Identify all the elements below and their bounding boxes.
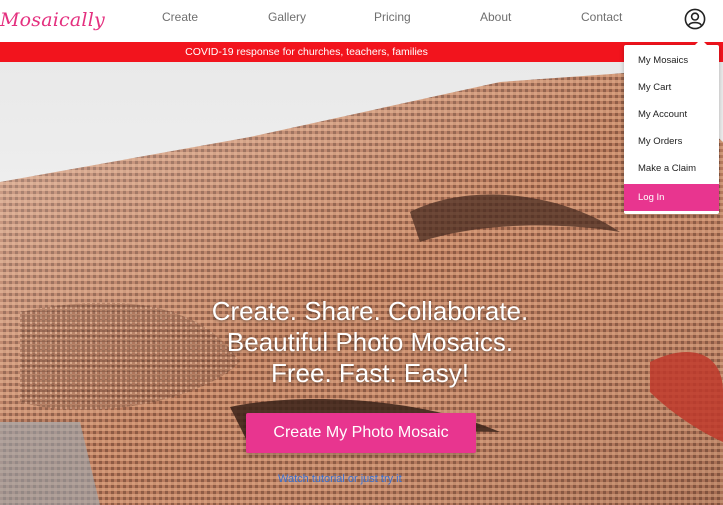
banner-text[interactable]: COVID-19 response for churches, teachers… — [185, 42, 428, 62]
tutorial-link[interactable]: Watch tutorial or just try it — [278, 473, 402, 485]
announcement-banner[interactable]: COVID-19 response for churches, teachers… — [0, 42, 723, 62]
hero-headline: Create. Share. Collaborate. Beautiful Ph… — [140, 296, 600, 389]
headline-line: Beautiful Photo Mosaics. — [226, 327, 514, 357]
menu-item-my-orders[interactable]: My Orders — [624, 128, 719, 155]
account-dropdown-menu: My Mosaics My Cart My Account My Orders … — [624, 39, 719, 214]
headline-line: Free. Fast. Easy! — [271, 358, 469, 388]
create-mosaic-button[interactable]: Create My Photo Mosaic — [246, 413, 476, 453]
menu-item-my-cart[interactable]: My Cart — [624, 74, 719, 101]
nav-pricing[interactable]: Pricing — [374, 10, 411, 24]
nav-contact[interactable]: Contact — [581, 10, 622, 24]
nav-gallery[interactable]: Gallery — [268, 10, 306, 24]
headline-line: Create. Share. Collaborate. — [211, 296, 529, 326]
menu-item-my-account[interactable]: My Account — [624, 101, 719, 128]
hero-section: Create. Share. Collaborate. Beautiful Ph… — [0, 62, 723, 505]
user-circle-icon — [684, 8, 706, 30]
nav-about[interactable]: About — [480, 10, 511, 24]
nav-create[interactable]: Create — [162, 10, 198, 24]
menu-item-log-in[interactable]: Log In — [624, 184, 719, 211]
menu-item-make-a-claim[interactable]: Make a Claim — [624, 155, 719, 182]
account-button[interactable] — [684, 8, 706, 30]
menu-item-my-mosaics[interactable]: My Mosaics — [624, 47, 719, 74]
brand-logo[interactable]: Mosaically — [0, 4, 105, 36]
top-navigation: Mosaically Create Gallery Pricing About … — [0, 0, 723, 42]
